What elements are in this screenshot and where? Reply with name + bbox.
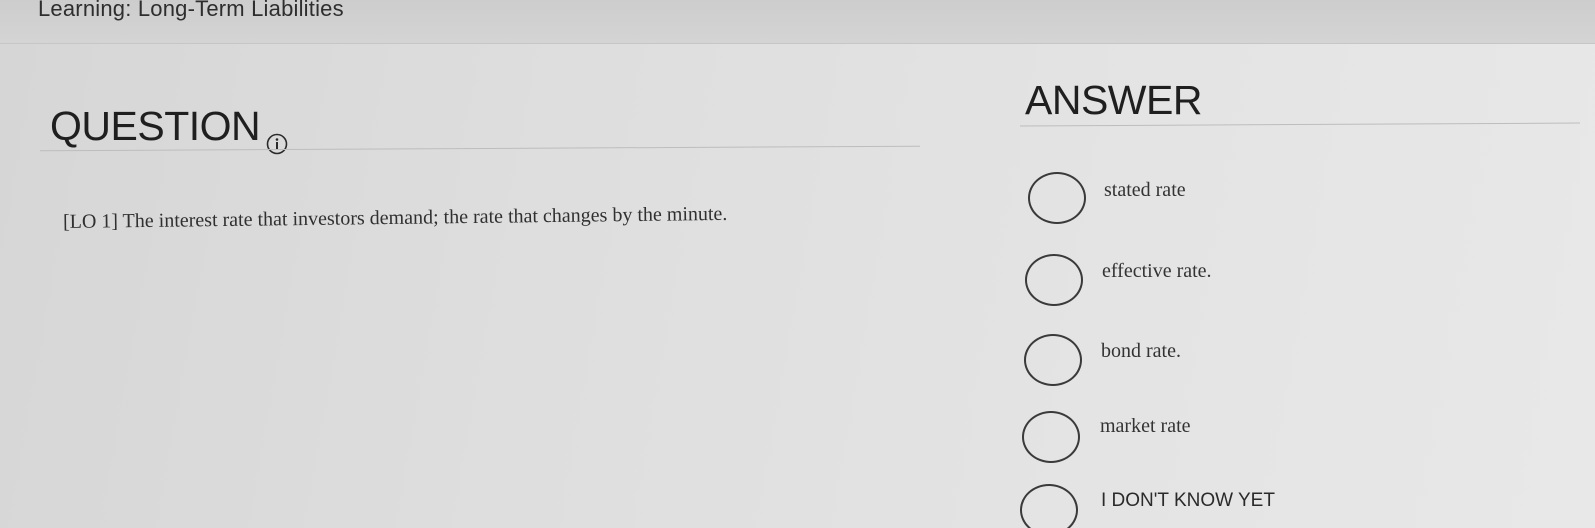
- answer-option-label: effective rate.: [1102, 260, 1212, 282]
- question-heading-group: QUESTION: [50, 103, 288, 154]
- top-bar: Learning: Long-Term Liabilities: [0, 0, 1595, 44]
- radio-button[interactable]: [1022, 411, 1080, 463]
- quiz-page: Learning: Long-Term Liabilities QUESTION…: [0, 0, 1595, 528]
- answer-heading: ANSWER: [1025, 77, 1202, 123]
- radio-button[interactable]: [1020, 484, 1078, 528]
- radio-button[interactable]: [1025, 254, 1083, 306]
- answer-option-label: market rate: [1100, 415, 1191, 437]
- answer-option-label: stated rate: [1104, 179, 1186, 201]
- info-icon[interactable]: [266, 118, 288, 154]
- module-title: Learning: Long-Term Liabilities: [38, 0, 344, 21]
- answer-option-label: bond rate.: [1101, 340, 1181, 362]
- radio-button[interactable]: [1024, 334, 1082, 386]
- question-heading: QUESTION: [50, 103, 261, 149]
- radio-button[interactable]: [1028, 172, 1086, 224]
- question-text: [LO 1] The interest rate that investors …: [62, 202, 728, 233]
- answer-option-label: I DON'T KNOW YET: [1101, 490, 1275, 511]
